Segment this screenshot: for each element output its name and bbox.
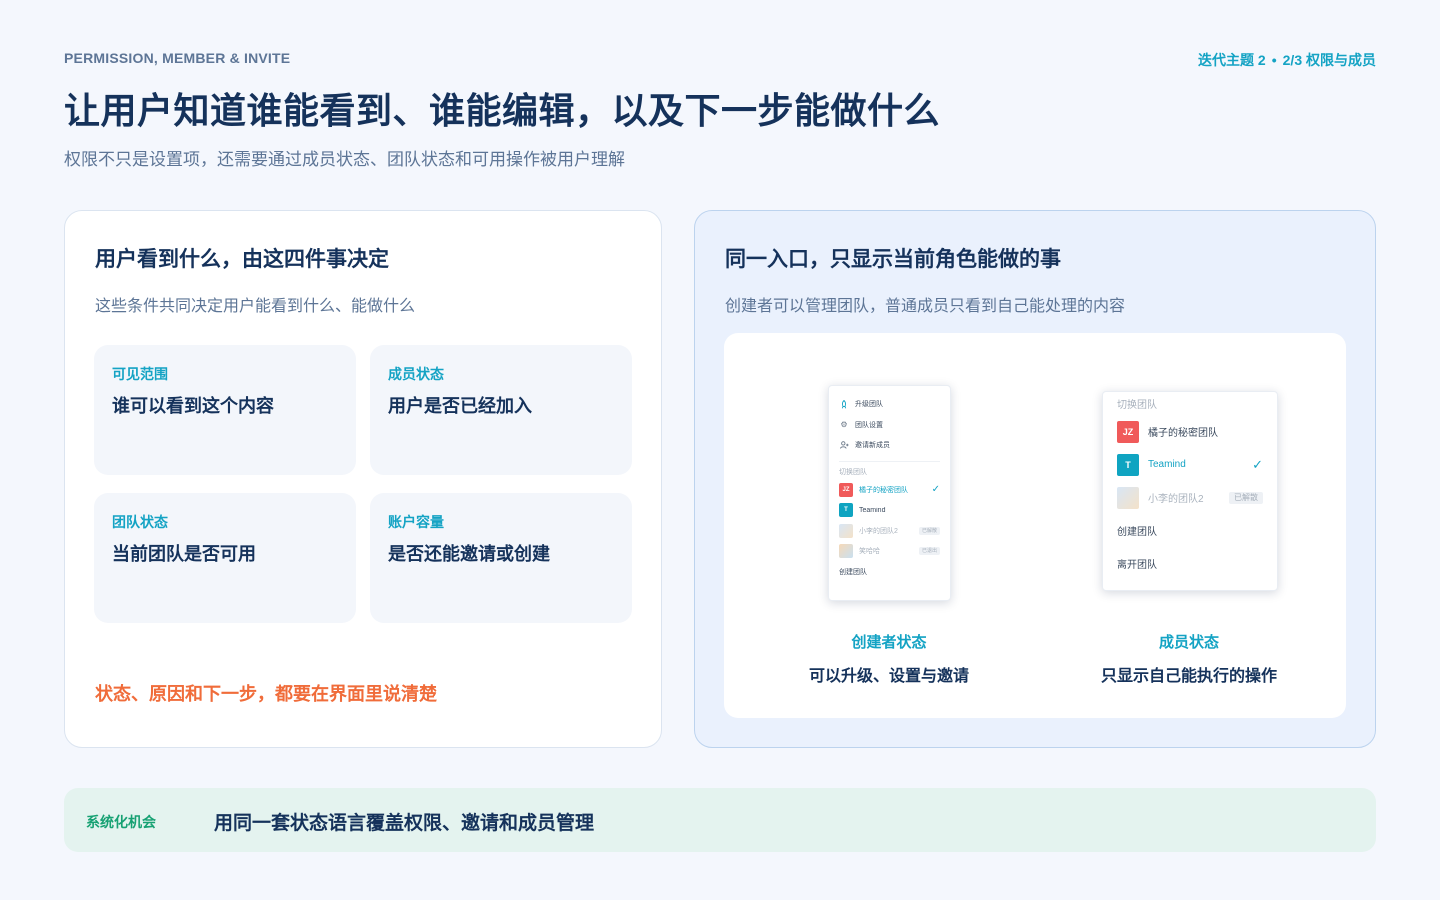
checkmark-icon: ✓ — [1252, 456, 1263, 472]
eyebrow-label: PERMISSION, MEMBER & INVITE — [64, 50, 291, 66]
factors-card-title: 用户看到什么，由这四件事决定 — [95, 248, 389, 271]
roles-card: 同一入口，只显示当前角色能做的事 创建者可以管理团队，普通成员只看到自己能处理的… — [694, 210, 1376, 748]
menu-item-team-settings[interactable]: ⚙ 团队设置 — [839, 415, 940, 436]
role-creator: 创建者状态 可以升级、设置与邀请 — [759, 631, 1019, 686]
menu-item-label: 创建团队 — [1117, 527, 1157, 538]
page-title: 让用户知道谁能看到、谁能编辑，以及下一步能做什么 — [64, 90, 941, 131]
banner-tag: 系统化机会 — [86, 814, 156, 830]
checkmark-icon: ✓ — [931, 484, 940, 496]
team-avatar: JZ — [1117, 420, 1139, 443]
team-item-juzi[interactable]: JZ 橘子的秘密团队 ✓ — [839, 480, 940, 501]
role-member: 成员状态 只显示自己能执行的操作 — [1059, 631, 1319, 686]
status-badge: 已解散 — [918, 526, 940, 535]
factor-value: 谁可以看到这个内容 — [112, 396, 274, 416]
banner-text: 用同一套状态语言覆盖权限、邀请和成员管理 — [214, 813, 595, 834]
menu-item-upgrade-team[interactable]: 升级团队 — [839, 394, 940, 415]
menu-section-label: 切换团队 — [839, 468, 867, 476]
team-name: 笑哈哈 — [859, 548, 880, 556]
menu-item-leave-team[interactable]: 离开团队 — [1117, 547, 1263, 580]
team-item-xiaoli[interactable]: 小李的团队2 已解散 — [1117, 481, 1263, 514]
team-item-juzi[interactable]: JZ 橘子的秘密团队 — [1117, 415, 1263, 448]
role-label: 创建者状态 — [851, 634, 927, 651]
menu-item-label: 升级团队 — [855, 401, 883, 409]
team-avatar: T — [1117, 453, 1139, 476]
factor-visibility: 可见范围 谁可以看到这个内容 — [94, 345, 356, 475]
team-item-teamind[interactable]: T Teamind — [839, 500, 940, 521]
menu-item-label: 离开团队 — [1117, 560, 1157, 571]
factors-card: 用户看到什么，由这四件事决定 这些条件共同决定用户能看到什么、能做什么 可见范围… — [64, 210, 662, 748]
menu-item-create-team[interactable]: 创建团队 — [1117, 514, 1263, 547]
role-description: 只显示自己能执行的操作 — [1100, 668, 1277, 685]
opportunity-banner: 系统化机会 用同一套状态语言覆盖权限、邀请和成员管理 — [64, 788, 1376, 852]
team-name: Teamind — [859, 506, 886, 514]
team-avatar-image — [839, 523, 853, 538]
menu-divider — [839, 460, 940, 462]
team-item-xiaoli[interactable]: 小李的团队2 已解散 — [839, 521, 940, 542]
status-badge: 已退出 — [918, 547, 940, 556]
factor-value: 是否还能邀请或创建 — [388, 544, 550, 564]
creator-team-menu: 升级团队 ⚙ 团队设置 邀请新成员 切换团队 JZ 橘子的秘密团队 ✓ T Te… — [828, 385, 951, 601]
role-description: 可以升级、设置与邀请 — [808, 668, 969, 685]
role-label: 成员状态 — [1158, 634, 1219, 651]
gear-icon: ⚙ — [840, 420, 848, 430]
roles-card-title: 同一入口，只显示当前角色能做的事 — [725, 248, 1061, 271]
factors-card-description: 这些条件共同决定用户能看到什么、能做什么 — [95, 298, 416, 315]
factor-value: 用户是否已经加入 — [388, 396, 532, 416]
factor-label: 账户容量 — [388, 514, 444, 530]
factor-label: 可见范围 — [112, 366, 168, 382]
factor-member-status: 成员状态 用户是否已经加入 — [370, 345, 632, 475]
factor-team-status: 团队状态 当前团队是否可用 — [94, 493, 356, 623]
callout-text: 状态、原因和下一步，都要在界面里说清楚 — [95, 684, 437, 704]
menu-preview-panel: 升级团队 ⚙ 团队设置 邀请新成员 切换团队 JZ 橘子的秘密团队 ✓ T Te… — [724, 333, 1346, 718]
team-name: Teamind — [1148, 459, 1186, 470]
menu-item-invite-member[interactable]: 邀请新成员 — [839, 435, 940, 456]
team-item-xiaohaha[interactable]: 笑哈哈 已退出 — [839, 541, 940, 562]
page-subtitle: 权限不只是设置项，还需要通过成员状态、团队状态和可用操作被用户理解 — [64, 150, 625, 169]
factor-label: 成员状态 — [388, 366, 444, 382]
team-avatar: T — [839, 503, 853, 518]
factor-label: 团队状态 — [112, 514, 168, 530]
team-name: 小李的团队2 — [1148, 494, 1204, 505]
menu-item-create-team[interactable]: 创建团队 — [839, 562, 940, 583]
team-avatar-image — [839, 544, 853, 559]
status-badge: 已解散 — [1229, 491, 1263, 504]
separator-dot: • — [1271, 52, 1277, 68]
roles-card-description: 创建者可以管理团队，普通成员只看到自己能处理的内容 — [725, 298, 1126, 315]
iteration-theme: 迭代主题 2 — [1198, 52, 1266, 68]
team-name: 橘子的秘密团队 — [859, 486, 908, 494]
menu-item-label: 邀请新成员 — [855, 442, 890, 450]
team-avatar-image — [1117, 486, 1139, 509]
iteration-page: 2/3 权限与成员 — [1282, 52, 1376, 68]
menu-item-label: 创建团队 — [839, 568, 867, 576]
menu-section-label: 切换团队 — [1117, 400, 1157, 411]
rocket-icon — [839, 399, 849, 409]
menu-item-label: 团队设置 — [855, 421, 883, 429]
factor-account-capacity: 账户容量 是否还能邀请或创建 — [370, 493, 632, 623]
team-avatar: JZ — [839, 482, 853, 497]
add-user-icon — [839, 441, 849, 449]
iteration-indicator: 迭代主题 2 • 2/3 权限与成员 — [1198, 50, 1376, 70]
factor-value: 当前团队是否可用 — [112, 544, 256, 564]
team-name: 橘子的秘密团队 — [1148, 428, 1218, 439]
team-item-teamind[interactable]: T Teamind ✓ — [1117, 448, 1263, 481]
member-team-menu: 切换团队 JZ 橘子的秘密团队 T Teamind ✓ 小李的团队2 已解散 创… — [1102, 391, 1278, 591]
team-name: 小李的团队2 — [859, 527, 898, 535]
